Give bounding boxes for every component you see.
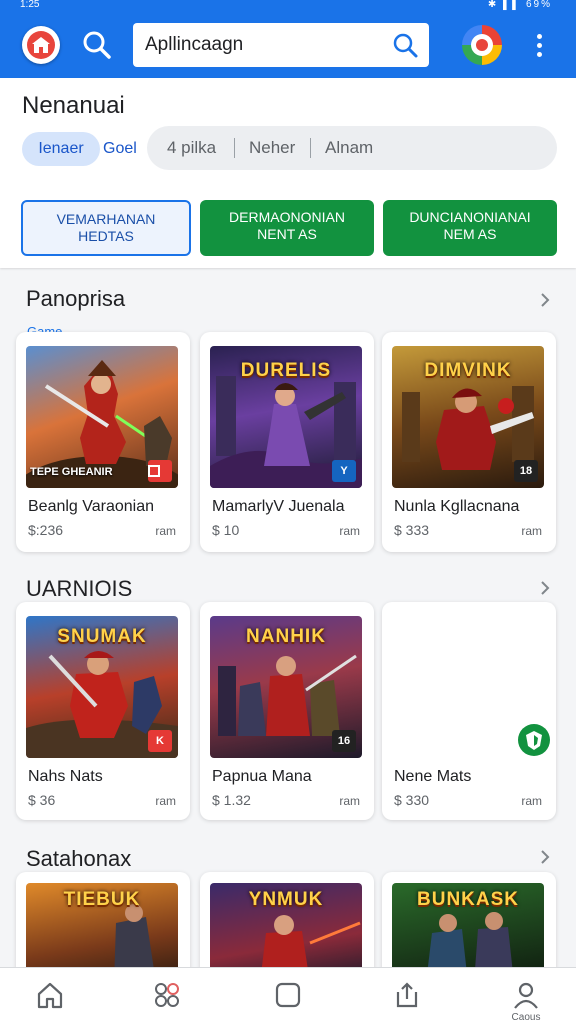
button-line: NENT AS	[257, 226, 317, 242]
game-card[interactable]: DURELIS Y MamarlyV Juenala $ 10 ram	[200, 332, 374, 552]
segment-divider	[234, 138, 235, 158]
shield-icon	[526, 731, 542, 750]
nav-label: Caous	[511, 1012, 541, 1023]
game-price: $ 1.32	[212, 792, 251, 808]
game-art: NANHIK 16	[210, 616, 362, 758]
home-icon	[32, 37, 50, 53]
rating-badge: K	[148, 730, 172, 752]
header-panel: Nenanuai Ienaer Goel 4 pilka Neher Alnam…	[0, 78, 576, 268]
filter-chip[interactable]: Ienaer	[22, 132, 100, 166]
game-price: $ 333	[394, 522, 430, 538]
game-name: Nunla Kgllacnana	[394, 498, 520, 515]
game-unit: ram	[155, 524, 176, 538]
filter-chip-side-label[interactable]: Goel	[103, 140, 137, 158]
chevron-right-icon[interactable]	[538, 291, 552, 309]
rating-badge: 16	[332, 730, 356, 752]
game-price: $ 330	[394, 792, 430, 808]
game-art: DIMVINK 18	[392, 346, 544, 488]
share-icon	[396, 982, 418, 1008]
avatar[interactable]	[462, 25, 502, 65]
rating-badge: 18	[514, 460, 538, 482]
game-unit: ram	[339, 794, 360, 808]
button-line: DERMAONONIAN	[229, 209, 345, 225]
rating-badge: Y	[332, 460, 356, 482]
game-unit: ram	[339, 524, 360, 538]
search-button[interactable]	[80, 28, 114, 62]
nav-share[interactable]	[377, 976, 437, 1020]
nav-apps[interactable]	[137, 976, 197, 1020]
game-price: $ 36	[28, 792, 56, 808]
game-art: SNUMAK K	[26, 616, 178, 758]
button-line: DUNCIANONIANAI	[409, 209, 531, 225]
rating-badge	[148, 460, 172, 482]
home-button[interactable]	[22, 26, 60, 64]
game-art-title: TIEBUK	[63, 889, 141, 910]
app-bar	[0, 12, 576, 78]
chevron-right-icon[interactable]	[538, 579, 552, 597]
segment-item[interactable]: Alnam	[325, 138, 373, 158]
apps-icon	[155, 983, 179, 1007]
game-name: Beanlg Varaonian	[28, 498, 155, 515]
game-name: Nahs Nats	[28, 768, 103, 785]
action-button-green[interactable]: DERMAONONIAN NENT AS	[200, 200, 374, 256]
game-unit: ram	[521, 794, 542, 808]
button-line: NEM AS	[443, 226, 497, 242]
status-icons: ✱ ▌▌ 69%	[487, 0, 552, 10]
status-time: 1:25	[20, 0, 40, 10]
button-line: HEDTAS	[78, 228, 134, 244]
segment-divider	[310, 138, 311, 158]
game-art: TEPE GHEANIR	[26, 346, 178, 488]
action-button-green[interactable]: DUNCIANONIANAI NEM AS	[383, 200, 557, 256]
avatar-face	[471, 34, 493, 56]
game-card[interactable]: TEPE GHEANIR Beanlg Varaonian $:236 ram	[16, 332, 190, 552]
segment-item[interactable]: 4 pilka	[167, 138, 216, 158]
chevron-right-icon[interactable]	[538, 848, 552, 866]
game-unit: ram	[155, 794, 176, 808]
square-icon	[275, 982, 301, 1008]
game-art-title: DURELIS	[240, 360, 332, 381]
game-art-title: DIMVINK	[424, 360, 512, 381]
game-unit: ram	[521, 524, 542, 538]
game-card[interactable]: DIMVINK 18 Nunla Kgllacnana $ 333 ram	[382, 332, 556, 552]
action-button-outline[interactable]: VEMARHANAN HEDTAS	[21, 200, 191, 256]
segment-item[interactable]: Neher	[249, 138, 295, 158]
badge-icon	[148, 465, 160, 477]
game-art-footer: TEPE GHEANIR	[30, 466, 113, 478]
game-art-title: BUNKASK	[417, 889, 519, 910]
game-name: MamarlyV Juenala	[212, 498, 345, 515]
status-bar: 1:25 ✱ ▌▌ 69%	[0, 0, 576, 12]
game-card[interactable]: SNUMAK K Nahs Nats $ 36 ram	[16, 602, 190, 820]
search-icon[interactable]	[391, 31, 419, 59]
game-name: Nene Mats	[394, 768, 472, 785]
segment-control: 4 pilka Neher Alnam	[147, 126, 557, 170]
bottom-nav: Caous	[0, 967, 576, 1024]
search-box[interactable]	[133, 23, 429, 67]
nav-profile[interactable]: Caous	[496, 976, 556, 1023]
game-art-title: SNUMAK	[57, 626, 147, 647]
play-badge	[518, 724, 550, 756]
nav-square[interactable]	[258, 976, 318, 1020]
search-icon	[83, 31, 111, 59]
button-line: VEMARHANAN	[56, 211, 156, 227]
section-title: Panoprisa	[26, 286, 126, 311]
person-icon	[514, 982, 538, 1009]
home-icon	[37, 982, 63, 1009]
section-title: Satahonax	[26, 846, 132, 871]
nav-home[interactable]	[20, 976, 80, 1020]
game-name: Papnua Mana	[212, 768, 312, 785]
game-price: $ 10	[212, 522, 240, 538]
game-card[interactable]: NANHIK 16 Papnua Mana $ 1.32 ram	[200, 602, 374, 820]
game-art-title: NANHIK	[246, 626, 326, 647]
game-price: $:236	[28, 522, 64, 538]
game-art: DURELIS Y	[210, 346, 362, 488]
section-title: UARNIOIS	[26, 576, 133, 601]
search-input[interactable]	[145, 32, 385, 58]
game-art-title: YNMUK	[248, 889, 324, 910]
page-title: Nenanuai	[22, 92, 125, 119]
game-card[interactable]: Nene Mats $ 330 ram	[382, 602, 556, 820]
more-vert-icon[interactable]	[528, 32, 552, 60]
